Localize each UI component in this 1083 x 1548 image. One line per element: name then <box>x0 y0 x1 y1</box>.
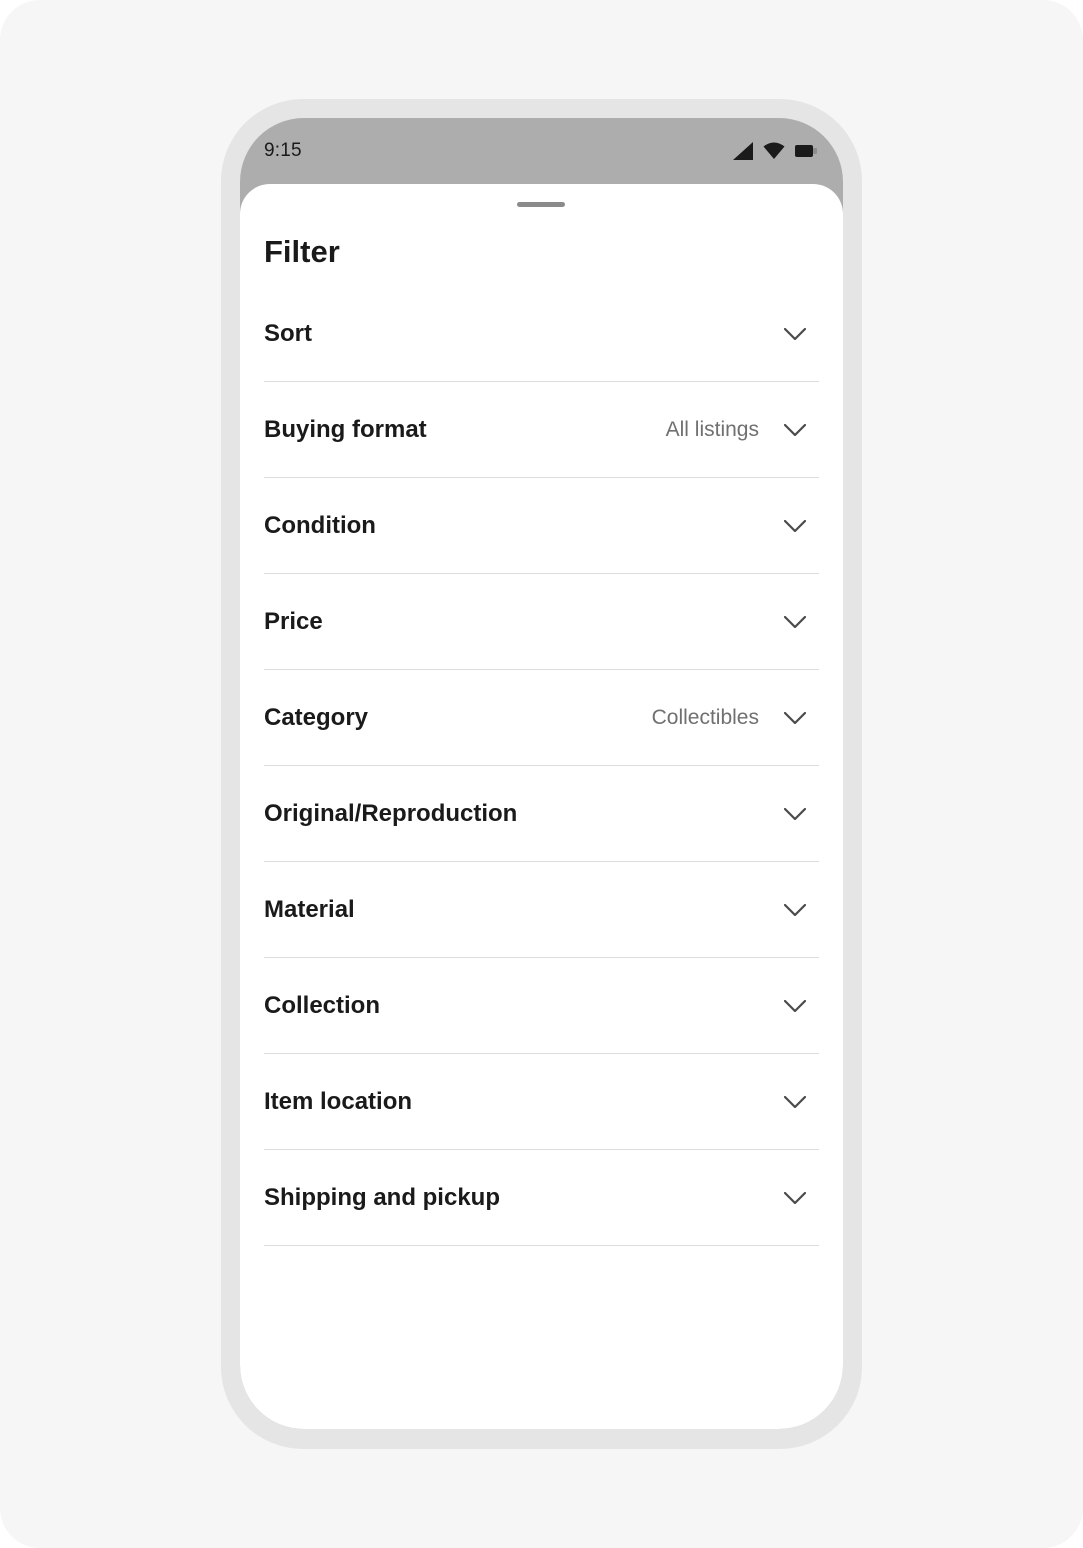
filter-row-buying-format[interactable]: Buying format All listings <box>264 382 819 478</box>
filter-label: Sort <box>264 319 312 347</box>
status-time: 9:15 <box>264 140 302 161</box>
filter-label: Category <box>264 703 369 731</box>
chevron-down-icon <box>783 1090 807 1114</box>
filter-value: All listings <box>665 417 759 441</box>
background-canvas: 9:15 Filter Sort Buying format All listi… <box>0 0 1083 1548</box>
chevron-down-icon <box>783 1186 807 1210</box>
filter-row-condition[interactable]: Condition <box>264 478 819 574</box>
status-icons <box>733 142 819 160</box>
filter-row-shipping-and-pickup[interactable]: Shipping and pickup <box>264 1150 819 1246</box>
status-bar: 9:15 <box>240 118 843 184</box>
filter-row-collection[interactable]: Collection <box>264 958 819 1054</box>
filter-row-item-location[interactable]: Item location <box>264 1054 819 1150</box>
cellular-signal-icon <box>733 142 753 160</box>
filter-label: Item location <box>264 1087 413 1115</box>
filter-list: Sort Buying format All listings Conditio… <box>264 286 819 1246</box>
filter-label: Buying format <box>264 415 427 443</box>
filter-label: Shipping and pickup <box>264 1183 500 1211</box>
filter-label: Collection <box>264 991 381 1019</box>
sheet-title: Filter <box>264 234 340 269</box>
filter-row-material[interactable]: Material <box>264 862 819 958</box>
filter-row-original-reproduction[interactable]: Original/Reproduction <box>264 766 819 862</box>
chevron-down-icon <box>783 898 807 922</box>
chevron-down-icon <box>783 706 807 730</box>
chevron-down-icon <box>783 802 807 826</box>
battery-icon <box>795 144 819 158</box>
chevron-down-icon <box>783 610 807 634</box>
wifi-icon <box>763 142 785 160</box>
chevron-down-icon <box>783 514 807 538</box>
filter-row-price[interactable]: Price <box>264 574 819 670</box>
drag-handle[interactable] <box>517 202 565 207</box>
filter-row-category[interactable]: Category Collectibles <box>264 670 819 766</box>
chevron-down-icon <box>783 994 807 1018</box>
phone-frame: 9:15 Filter Sort Buying format All listi… <box>221 99 862 1449</box>
filter-label: Price <box>264 607 323 635</box>
phone-screen: 9:15 Filter Sort Buying format All listi… <box>240 118 843 1429</box>
filter-label: Material <box>264 895 355 923</box>
filter-bottom-sheet: Filter Sort Buying format All listings C… <box>240 184 843 1429</box>
filter-label: Condition <box>264 511 376 539</box>
filter-label: Original/Reproduction <box>264 799 518 827</box>
chevron-down-icon <box>783 418 807 442</box>
filter-row-sort[interactable]: Sort <box>264 286 819 382</box>
filter-value: Collectibles <box>651 705 759 729</box>
chevron-down-icon <box>783 322 807 346</box>
